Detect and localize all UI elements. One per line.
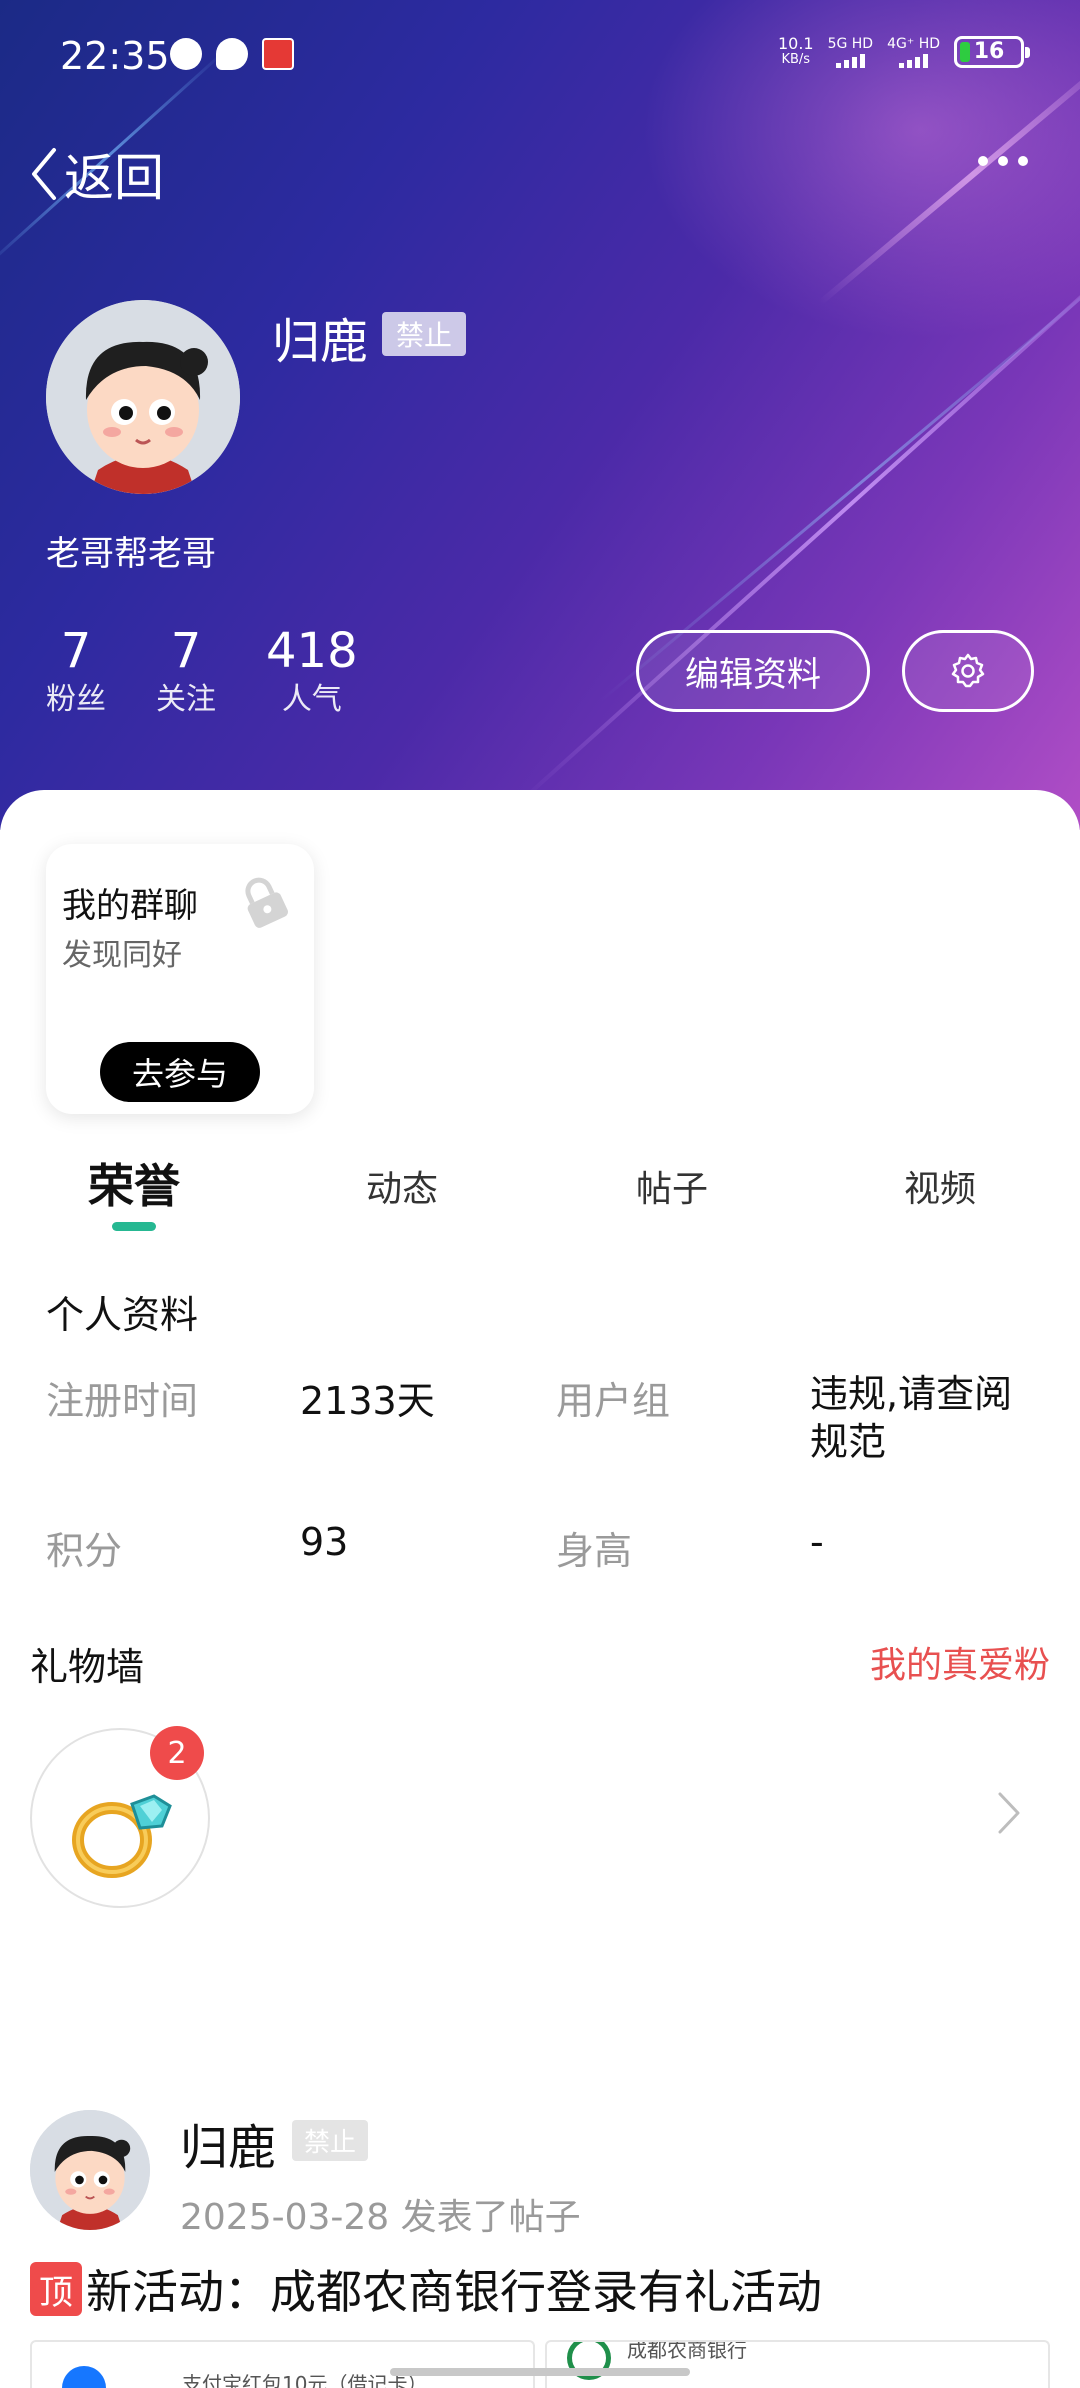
back-button[interactable]: 返回 [30,138,164,210]
signal-sim1-icon: 5G HD [828,36,873,68]
tab-activity[interactable]: 动态 [366,1160,438,1212]
info-label-points: 积分 [46,1529,123,1573]
info-value-points: 93 [300,1520,349,1564]
avatar[interactable] [46,300,240,494]
group-chat-card[interactable]: 我的群聊 发现同好 去参与 [46,844,314,1114]
username: 归鹿 [272,314,369,370]
profile-header: 22:35 10.1 KB/s 5G HD 4G⁺ HD 16 返回 归鹿 禁止… [0,0,1080,830]
tab-videos[interactable]: 视频 [904,1160,976,1212]
post-title[interactable]: 顶 新活动：成都农商银行登录有礼活动 [30,2256,822,2322]
cartoon-boy-avatar [30,2110,150,2230]
info-value-register-time: 2133天 [300,1379,435,1423]
group-card-subtitle: 发现同好 [62,938,182,973]
chevron-left-icon [32,148,56,200]
status-bar: 22:35 10.1 KB/s 5G HD 4G⁺ HD 16 [0,0,1080,118]
app-notification-icon [170,38,202,70]
join-group-button[interactable]: 去参与 [100,1042,260,1102]
gift-wall-title: 礼物墙 [30,1645,145,1689]
stat-fans[interactable]: 7 粉丝 [46,622,106,720]
network-speed: 10.1 KB/s [777,34,814,68]
stat-following[interactable]: 7 关注 [156,622,216,720]
pinned-badge: 顶 [30,2262,82,2316]
gift-count-badge: 2 [150,1726,204,1780]
lock-icon [245,877,288,928]
cartoon-boy-avatar [46,300,240,494]
info-value-user-group: 违规,请查阅 规范 [810,1372,1013,1464]
settings-button[interactable] [902,630,1034,712]
post-author-avatar[interactable] [30,2110,150,2230]
status-badge: 禁止 [382,312,467,356]
gear-icon [951,653,985,688]
shopping-app-icon [262,38,294,70]
true-fans-link[interactable]: 我的真爱粉 [870,1636,1050,1688]
post-thumbnails: 支付宝红包10元（借记卡） 成都农商银行 [30,2340,1050,2388]
info-label-register-time: 注册时间 [46,1379,199,1423]
active-tab-indicator [112,1222,156,1231]
profile-stats: 7 粉丝 7 关注 418 人气 [46,622,408,720]
user-signature: 老哥帮老哥 [46,534,216,574]
post-meta: 2025-03-28 发表了帖子 [180,2197,581,2238]
alipay-icon [62,2366,106,2388]
signal-sim2-icon: 4G⁺ HD [887,36,940,68]
post-image-thumbnail[interactable]: 支付宝红包10元（借记卡） [30,2340,535,2388]
edit-profile-button[interactable]: 编辑资料 [636,630,870,712]
group-card-title: 我的群聊 [62,886,198,926]
tab-posts[interactable]: 帖子 [636,1160,708,1212]
post-status-badge: 禁止 [292,2120,369,2161]
status-time: 22:35 [60,34,170,78]
info-label-height: 身高 [556,1529,633,1573]
stat-popularity[interactable]: 418 人气 [266,622,358,720]
info-label-user-group: 用户组 [556,1379,671,1423]
battery-icon: 16 [954,36,1030,68]
info-value-height: - [810,1520,824,1564]
notification-icons [170,38,294,70]
personal-info-title: 个人资料 [46,1293,199,1337]
post-image-thumbnail[interactable]: 成都农商银行 [545,2340,1050,2388]
profile-content: 我的群聊 发现同好 去参与 荣誉 动态 帖子 视频 个人资料 注册时间 2133… [0,790,1080,2388]
post-author-name[interactable]: 归鹿 [180,2108,276,2178]
status-right: 10.1 KB/s 5G HD 4G⁺ HD 16 [777,34,1030,68]
back-label: 返回 [64,149,164,207]
tab-honor[interactable]: 荣誉 [88,1150,180,1216]
home-indicator[interactable] [390,2368,690,2376]
chat-notification-icon [216,38,248,70]
more-options-icon[interactable] [972,150,1034,172]
profile-tabs: 荣誉 动态 帖子 视频 [0,1150,1080,1240]
chevron-right-icon[interactable] [996,1790,1022,1836]
